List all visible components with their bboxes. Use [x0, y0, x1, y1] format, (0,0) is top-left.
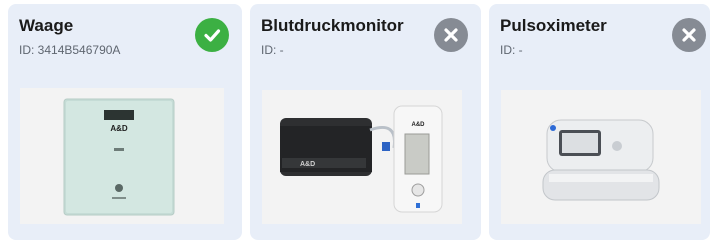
device-name: Pulsoximeter — [500, 16, 607, 35]
device-id: ID: - — [500, 43, 523, 57]
not-connected-close-icon — [672, 18, 706, 52]
connected-check-icon — [195, 18, 229, 52]
brand-logo: A&D — [110, 124, 128, 133]
device-image-pulse-oximeter — [501, 90, 701, 224]
device-name: Waage — [19, 16, 74, 35]
device-image-scale: A&D — [20, 88, 224, 224]
device-name: Blutdruckmonitor — [261, 16, 404, 35]
cuff-logo: A&D — [300, 161, 315, 168]
not-connected-close-icon — [434, 18, 468, 52]
device-card-blutdruckmonitor[interactable]: Blutdruckmonitor ID: - A&D A&D — [250, 4, 481, 240]
device-id: ID: 3414B546790A — [19, 43, 121, 57]
device-image-blood-pressure: A&D A&D — [262, 90, 462, 224]
svg-text:A&D: A&D — [412, 122, 426, 128]
monitor-logo: A&D — [412, 122, 426, 128]
device-id: ID: - — [261, 43, 284, 57]
svg-text:A&D: A&D — [110, 124, 128, 133]
device-card-waage[interactable]: Waage ID: 3414B546790A A&D — [8, 4, 242, 240]
svg-text:A&D: A&D — [300, 161, 315, 168]
device-card-pulsoximeter[interactable]: Pulsoximeter ID: - — [489, 4, 710, 240]
